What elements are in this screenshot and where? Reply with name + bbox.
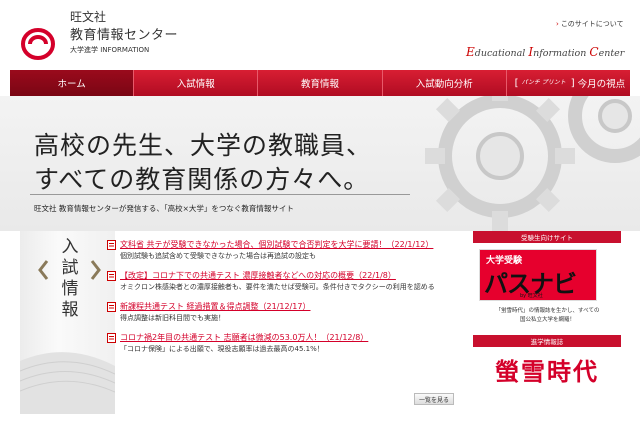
nav-monthly-view[interactable]: [ パンチ プリント ] 今月の視点 — [506, 70, 631, 96]
news-description: 「コロナ保険」による出願で、現役志願率は過去最高の45.1%！ — [120, 345, 324, 353]
news-title-link[interactable]: 【改定】コロナ下での共通テスト 濃厚接触者などへの対応の概要（22/1/8） — [120, 270, 396, 282]
next-arrow-icon[interactable] — [90, 259, 102, 281]
document-icon — [107, 271, 116, 281]
news-title-link[interactable]: 文科省 共テが受験できなかった場合、個別試験で合否判定を大学に要請！（22/1/… — [120, 239, 433, 251]
view-all-button[interactable]: 一覧を見る — [414, 393, 454, 405]
exam-news-panel: 入試情報 文科省 共テが受験できなかった場合、個別試験で合否判定を大学に要請！（… — [10, 231, 460, 414]
document-icon — [107, 240, 116, 250]
pasnavi-by-label: by 旺文社 — [520, 293, 543, 299]
about-site-link[interactable]: このサイトについて — [556, 19, 624, 29]
hero-divider — [30, 194, 410, 195]
magazine-heading: 進学情報誌 — [473, 335, 621, 347]
news-description: 得点調整は新旧科目間でも実施！ — [120, 314, 225, 322]
exam-info-heading: 入試情報 — [61, 237, 79, 320]
list-item: 文科省 共テが受験できなかった場合、個別試験で合否判定を大学に要請！（22/1/… — [107, 239, 447, 262]
prev-arrow-icon[interactable] — [37, 259, 49, 281]
document-icon — [107, 302, 116, 312]
news-list: 文科省 共テが受験できなかった場合、個別試験で合否判定を大学に要請！（22/1/… — [107, 239, 447, 363]
document-icon — [107, 333, 116, 343]
news-description: 個別試験も追試含めて受験できなかった場合は再追試の設定も — [120, 252, 316, 260]
brand-center-name: 教育情報センター — [70, 28, 179, 43]
brand-subtitle: 大学進学 INFORMATION — [70, 46, 150, 54]
hero-banner: 高校の先生、大学の教職員、 すべての教育関係の方々へ。 旺文社 教育情報センター… — [0, 96, 640, 231]
nav-education-info[interactable]: 教育情報 — [258, 70, 383, 96]
news-title-link[interactable]: コロナ禍2年目の共通テスト 志願者は微減の53.0万人！（21/12/8） — [120, 332, 368, 344]
gear-decoration-icon — [425, 96, 640, 231]
nav-home[interactable]: ホーム — [10, 70, 135, 96]
hero-subtitle: 旺文社 教育情報センターが発信する、「高校×大学」をつなぐ教育情報サイト — [34, 204, 294, 213]
english-tagline: Educational Information Center — [466, 45, 625, 59]
news-title-link[interactable]: 新課程共通テスト 経過措置＆得点調整（21/12/17） — [120, 301, 310, 313]
hero-headline-line2: すべての教育関係の方々へ。 — [34, 165, 370, 194]
pasnavi-banner[interactable]: 大学受験 パスナビ by 旺文社 — [479, 249, 597, 301]
main-navigation: ホーム 入試情報 教育情報 入試動向分析 [ パンチ プリント ] 今月の視点 — [10, 70, 631, 96]
news-description: オミクロン株感染者との濃厚接触者も、要件を満たせば受験可。条件付きでタクシーの利… — [120, 283, 435, 291]
book-pages-icon — [20, 352, 115, 414]
nav-special-small-label: パンチ プリント — [521, 79, 566, 86]
hero-headline-line1: 高校の先生、大学の教職員、 — [34, 131, 373, 160]
nav-exam-info[interactable]: 入試情報 — [134, 70, 259, 96]
side-column: 受験生向けサイト 大学受験 パスナビ by 旺文社 「蛍雪時代」の情報誌を生かし… — [465, 231, 630, 414]
book-decoration: 入試情報 — [20, 231, 115, 414]
pasnavi-description: 「蛍雪時代」の情報誌を生かし、すべての 国公私立大学を網羅！ — [495, 308, 600, 323]
nav-exam-trend-analysis[interactable]: 入試動向分析 — [382, 70, 507, 96]
list-item: 【改定】コロナ下での共通テスト 濃厚接触者などへの対応の概要（22/1/8） オ… — [107, 270, 447, 293]
keisetsu-jidai-banner[interactable]: 螢雪時代 — [473, 352, 621, 386]
list-item: 新課程共通テスト 経過措置＆得点調整（21/12/17） 得点調整は新旧科目間で… — [107, 301, 447, 324]
site-header: 旺文社 教育情報センター 大学進学 INFORMATION このサイトについて … — [0, 0, 640, 70]
brand-publisher: 旺文社 — [70, 10, 107, 24]
list-item: コロナ禍2年目の共通テスト 志願者は微減の53.0万人！（21/12/8） 「コ… — [107, 332, 447, 355]
student-site-heading: 受験生向けサイト — [473, 231, 621, 243]
obunsha-logo-icon[interactable] — [20, 24, 60, 64]
